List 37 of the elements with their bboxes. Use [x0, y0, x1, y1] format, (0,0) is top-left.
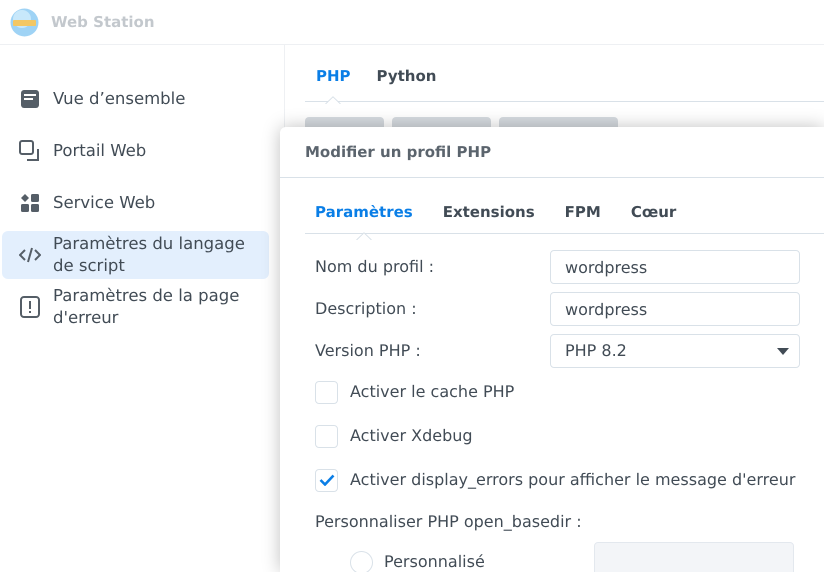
checkbox[interactable]: [315, 424, 338, 448]
tab[interactable]: FPM: [564, 201, 601, 224]
sidebar-item[interactable]: Vue d’ensemble: [2, 75, 269, 123]
checkbox-label: Activer display_errors pour afficher le message d'erreur: [350, 469, 796, 491]
document-icon: [20, 89, 40, 109]
input-field[interactable]: wordpress: [550, 250, 800, 284]
sidebar-item[interactable]: Paramètres du langage de script: [2, 231, 269, 279]
path-field[interactable]: [594, 542, 794, 572]
field-label: Nom du profil :: [315, 256, 435, 278]
checkbox-label: Activer Xdebug: [350, 425, 473, 447]
radio-button[interactable]: [350, 550, 373, 572]
version-dropdown[interactable]: PHP 8.2: [550, 334, 800, 368]
check-icon: [318, 474, 334, 486]
dialog-title: Modifier un profil PHP: [305, 142, 492, 163]
sidebar-item[interactable]: Service Web: [2, 179, 269, 227]
tab[interactable]: Python: [376, 65, 436, 88]
section-label: Personnaliser PHP open_basedir :: [315, 511, 583, 533]
web-globe-icon: [10, 8, 39, 36]
field-label: Version PHP :: [315, 340, 422, 362]
grid-icon: [20, 193, 40, 213]
tab[interactable]: Cœur: [630, 201, 676, 224]
code-icon: [19, 247, 41, 263]
sidebar-item[interactable]: Paramètres de la page d'erreur: [2, 283, 269, 331]
app-title: Web Station: [51, 12, 155, 33]
sidebar-item[interactable]: Portail Web: [2, 127, 269, 175]
caret-icon: [777, 348, 789, 354]
windows-icon: [19, 140, 41, 162]
checkbox-label: Activer le cache PHP: [350, 381, 514, 403]
radio-label: Personnalisé: [384, 551, 486, 572]
tab[interactable]: Paramètres: [315, 201, 413, 224]
input-field[interactable]: wordpress: [550, 292, 800, 326]
tab[interactable]: PHP: [316, 65, 351, 88]
checkbox[interactable]: [315, 380, 338, 404]
field-label: Description :: [315, 298, 418, 320]
checkbox[interactable]: [315, 468, 338, 492]
warning-icon: [20, 296, 40, 318]
tab[interactable]: Extensions: [442, 201, 535, 224]
